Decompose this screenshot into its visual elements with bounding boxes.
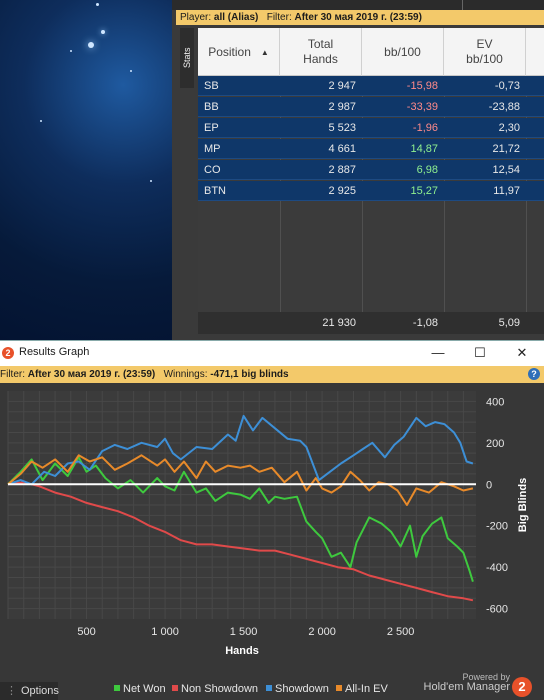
star-icon (101, 30, 105, 34)
results-chart-svg: 400 200 0 -200 -400 -600 500 1 000 1 500 2 000 2 5… (7, 391, 529, 695)
stats-filter-bar: Player: all (Alias) Filter: After 30 мая… (176, 10, 544, 25)
x-axis-label: Hands (225, 645, 259, 657)
window-titlebar[interactable]: 2 Results Graph — ☐ ✕ (0, 341, 544, 366)
star-icon (150, 180, 152, 182)
winnings-value: -471,1 big blinds (210, 369, 289, 380)
cell-position: SB (204, 80, 219, 92)
desktop-wallpaper (0, 0, 176, 340)
y-tick-label: -600 (486, 604, 508, 616)
table-row[interactable]: SB 2 947 -15,98 -0,73 (198, 76, 544, 96)
table-row[interactable]: BB 2 987 -33,39 -23,88 (198, 97, 544, 117)
x-tick-label: 1 000 (151, 626, 179, 638)
star-icon (130, 70, 132, 72)
star-icon (96, 3, 99, 6)
cell-ev-bb100: 11,97 (493, 185, 520, 197)
grip-icon: ⋮ (6, 685, 17, 697)
cell-ev-bb100: 21,72 (492, 143, 520, 155)
y-tick-label: -200 (486, 521, 508, 533)
stats-window: Player: all (Alias) Filter: After 30 мая… (172, 0, 544, 340)
cell-ev-bb100: 2,30 (498, 122, 520, 134)
cell-position: MP (204, 143, 221, 155)
cell-total-hands: 2 947 (328, 80, 356, 92)
stats-side-tab[interactable]: Stats (180, 28, 194, 88)
table-row[interactable]: CO 2 887 6,98 12,54 (198, 160, 544, 180)
minimize-button[interactable]: — (418, 343, 458, 363)
filter-value[interactable]: After 30 мая 2019 г. (23:59) (295, 12, 422, 23)
legend-label: Non Showdown (181, 683, 258, 695)
cell-bb100: 6,98 (416, 164, 438, 176)
graph-filter-value[interactable]: After 30 мая 2019 г. (23:59) (28, 369, 155, 380)
y-tick-label: -400 (486, 562, 508, 574)
powered-by: Powered by Hold'em Manager (420, 672, 510, 693)
cell-ev-bb100: -0,73 (494, 80, 520, 92)
x-tick-label: 500 (77, 626, 95, 638)
filter-label: Filter: (266, 12, 292, 23)
brand-name: Hold'em Manager (423, 681, 510, 693)
cell-bb100: -1,96 (412, 122, 438, 134)
cell-total-hands: 4 661 (328, 143, 356, 155)
total-bb100: -1,08 (412, 317, 438, 329)
window-title: Results Graph (19, 346, 90, 358)
cell-total-hands: 2 925 (328, 185, 356, 197)
legend-swatch (266, 685, 272, 691)
stats-totals-row: 21 930 -1,08 5,09 (198, 312, 544, 334)
hm2-logo-icon: 2 (512, 677, 532, 697)
maximize-button[interactable]: ☐ (460, 343, 500, 363)
y-axis-label: Big Blinds (517, 478, 529, 532)
table-row[interactable]: EP 5 523 -1,96 2,30 (198, 118, 544, 138)
stats-top-strip (172, 0, 544, 10)
column-header-total-hands[interactable]: Total Hands (280, 28, 362, 76)
cell-total-hands: 5 523 (328, 122, 356, 134)
close-button[interactable]: ✕ (502, 343, 542, 363)
column-header-position[interactable]: Position ▲ (198, 28, 280, 76)
player-label: Player: (180, 12, 212, 23)
table-row[interactable]: MP 4 661 14,87 21,72 (198, 139, 544, 159)
cell-ev-bb100: 12,54 (492, 164, 520, 176)
cell-bb100: -15,98 (406, 80, 438, 92)
cell-bb100: 14,87 (410, 143, 438, 155)
y-tick-label: 0 (486, 479, 492, 491)
desktop: Player: all (Alias) Filter: After 30 мая… (0, 0, 544, 700)
hm2-app-icon: 2 (2, 347, 14, 359)
results-graph-window: 2 Results Graph — ☐ ✕ Filter: After 30 м… (0, 340, 544, 700)
stats-table-header: Position ▲ Total Hands bb/100 EV bb/100 (198, 28, 544, 76)
y-tick-label: 200 (486, 438, 504, 450)
column-header-bb100[interactable]: bb/100 (362, 28, 444, 76)
cell-position: CO (204, 164, 221, 176)
legend-label: All-In EV (345, 683, 388, 695)
cell-position: EP (204, 122, 219, 134)
graph-filter-label: Filter: (0, 369, 25, 380)
star-icon (40, 120, 42, 122)
help-icon[interactable]: ? (528, 368, 540, 380)
cell-bb100: 15,27 (410, 185, 438, 197)
sort-ascending-icon: ▲ (260, 47, 269, 57)
legend-label: Net Won (123, 683, 166, 695)
table-row[interactable]: BTN 2 925 15,27 11,97 (198, 181, 544, 201)
graph-filter-bar: Filter: After 30 мая 2019 г. (23:59) Win… (0, 366, 544, 383)
legend-swatch (172, 685, 178, 691)
x-tick-label: 2 000 (308, 626, 336, 638)
x-tick-label: 2 500 (387, 626, 415, 638)
player-value[interactable]: all (Alias) (214, 12, 258, 23)
cell-position: BB (204, 101, 219, 113)
cell-ev-bb100: -23,88 (488, 101, 520, 113)
total-hands: 21 930 (322, 317, 356, 329)
legend-swatch (114, 685, 120, 691)
cell-position: BTN (204, 185, 226, 197)
x-tick-label: 1 500 (230, 626, 258, 638)
legend-label: Showdown (275, 683, 329, 695)
winnings-label: Winnings: (163, 369, 208, 380)
cell-bb100: -33,39 (406, 101, 438, 113)
cell-total-hands: 2 887 (328, 164, 356, 176)
y-tick-label: 400 (486, 396, 504, 408)
column-header-ev-bb100[interactable]: EV bb/100 (444, 28, 526, 76)
results-chart: 400 200 0 -200 -400 -600 500 1 000 1 500 2 000 2 5… (0, 383, 544, 700)
total-ev-bb100: 5,09 (498, 317, 520, 329)
stats-table-body: SB 2 947 -15,98 -0,73 BB 2 987 -33,39 -23,88 EP 5… (198, 76, 544, 312)
legend-swatch (336, 685, 342, 691)
cell-total-hands: 2 987 (328, 101, 356, 113)
options-button[interactable]: ⋮ Options (0, 682, 59, 700)
star-icon (70, 50, 72, 52)
star-icon (88, 42, 94, 48)
